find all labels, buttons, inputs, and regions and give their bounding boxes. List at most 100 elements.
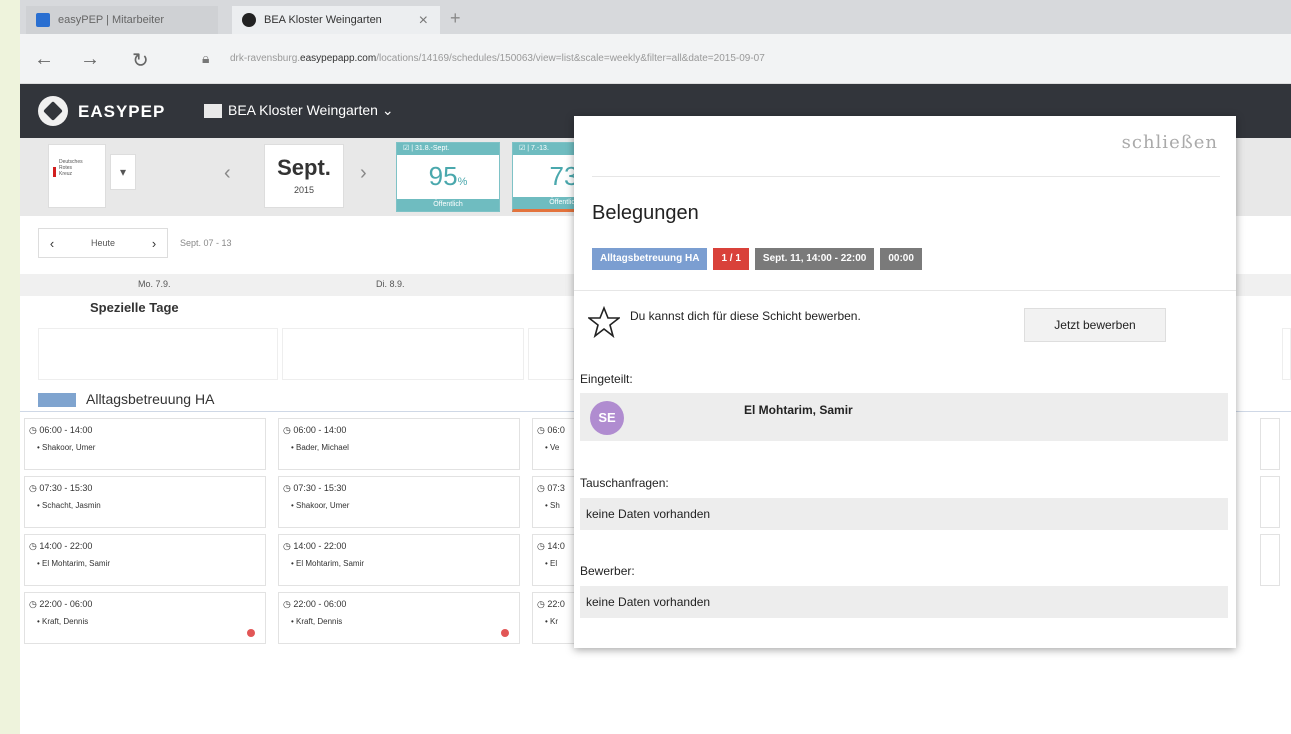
avatar: SE	[590, 401, 624, 435]
shift-cell[interactable]	[1260, 418, 1280, 470]
special-day-cell[interactable]	[282, 328, 524, 380]
chevron-left-icon[interactable]: ‹	[224, 162, 231, 185]
shift-time: ◷ 14:0	[537, 541, 565, 551]
shift-cell[interactable]: ◷ 14:00 - 22:00 • El Mohtarim, Samir	[24, 534, 266, 586]
red-cross-icon	[53, 167, 56, 177]
org-logo-text: Deutsches Rotes Kreuz	[59, 159, 83, 177]
star-icon	[588, 306, 620, 338]
organization-dropdown[interactable]: ▾	[110, 154, 136, 190]
logo-text: EASYPEP	[78, 102, 166, 121]
forward-arrow-icon[interactable]: →	[80, 48, 100, 71]
easypep-logo-icon	[38, 96, 68, 126]
modal-title: Belegungen	[592, 202, 699, 224]
day-header: Di. 8.9.	[376, 279, 405, 289]
close-icon[interactable]: ×	[419, 12, 428, 30]
easypep-favicon-icon	[36, 13, 50, 27]
shift-cell[interactable]: ◷ 07:30 - 15:30 • Shakoor, Umer	[278, 476, 520, 528]
refresh-icon[interactable]: ↻	[132, 48, 149, 73]
shift-cell[interactable]: ◷ 07:30 - 15:30 • Schacht, Jasmin	[24, 476, 266, 528]
shift-time: ◷ 07:3	[537, 483, 565, 493]
swap-requests-panel: keine Daten vorhanden	[580, 498, 1228, 530]
next-week-icon[interactable]: ›	[141, 236, 167, 251]
section-color-bar	[38, 393, 76, 407]
apply-info-text: Du kannst dich für diese Schicht bewerbe…	[630, 309, 861, 323]
shift-person: • Kr	[545, 617, 559, 626]
month-label: Sept.	[277, 155, 331, 180]
apply-now-button[interactable]: Jetzt bewerben	[1024, 308, 1166, 342]
shift-cell[interactable]	[1260, 476, 1280, 528]
shift-person: • Sh	[545, 501, 560, 510]
shift-person: • Ve	[545, 443, 560, 452]
assigned-panel: SE El Mohtarim, Samir	[580, 393, 1228, 441]
shift-time: ◷ 14:00 - 22:00	[283, 541, 347, 551]
shift-time: ◷ 22:00 - 06:00	[29, 599, 93, 609]
shift-time: ◷ 22:00 - 06:00	[283, 599, 347, 609]
location-icon	[204, 104, 222, 118]
applicants-label: Bewerber:	[580, 564, 635, 578]
shift-time: ◷ 06:0	[537, 425, 565, 435]
shift-time: ◷ 22:0	[537, 599, 565, 609]
new-tab-icon[interactable]: +	[450, 8, 461, 29]
shift-person: • Shakoor, Umer	[37, 443, 96, 452]
shift-cell[interactable]	[1260, 534, 1280, 586]
datetime-badge: Sept. 11, 14:00 - 22:00	[754, 248, 875, 270]
week-range: ☑ | 31.8.-Sept.	[397, 143, 499, 155]
shift-cell[interactable]: ◷ 14:00 - 22:00 • El Mohtarim, Samir	[278, 534, 520, 586]
assigned-person-name: El Mohtarim, Samir	[744, 403, 853, 417]
browser-tab-easypep[interactable]: easyPEP | Mitarbeiter	[26, 6, 218, 34]
address-bar: ← → ↻ 🔒︎ drk-ravensburg.easypepapp.com/l…	[20, 34, 1291, 84]
shift-person: • El Mohtarim, Samir	[291, 559, 365, 568]
shift-time: ◷ 06:00 - 14:00	[283, 425, 347, 435]
browser-window: easyPEP | Mitarbeiter BEA Kloster Weinga…	[20, 0, 1291, 734]
tab-label: easyPEP | Mitarbeiter	[58, 14, 164, 26]
close-modal-button[interactable]: schließen	[1122, 132, 1218, 153]
special-day-cell[interactable]	[528, 328, 574, 380]
location-selector[interactable]: BEA Kloster Weingarten ⌄	[228, 102, 394, 119]
shift-person: • Shakoor, Umer	[291, 501, 350, 510]
shift-person: • Bader, Michael	[291, 443, 349, 452]
year-label: 2015	[293, 185, 315, 195]
week-card[interactable]: ☑ | 31.8.-Sept. 95% Öffentlich	[396, 142, 500, 212]
tab-label: BEA Kloster Weingarten	[264, 14, 382, 26]
shift-person: • Kraft, Dennis	[37, 617, 89, 626]
section-title: Alltagsbetreuung HA	[86, 391, 215, 407]
divider	[592, 176, 1220, 177]
browser-tab-bar: easyPEP | Mitarbeiter BEA Kloster Weinga…	[20, 0, 1291, 34]
shift-time: ◷ 07:30 - 15:30	[29, 483, 93, 493]
shift-person: • Kraft, Dennis	[291, 617, 343, 626]
today-button[interactable]: Heute	[65, 238, 141, 248]
special-day-cell[interactable]	[1282, 328, 1291, 380]
shift-cell[interactable]: ◷ 22:00 - 06:00 • Kraft, Dennis	[24, 592, 266, 644]
week-status: Öffentlich	[397, 199, 499, 211]
duration-badge: 00:00	[880, 248, 922, 270]
shift-person: • El Mohtarim, Samir	[37, 559, 111, 568]
assigned-label: Eingeteilt:	[580, 372, 633, 386]
category-badge: Alltagsbetreuung HA	[592, 248, 708, 270]
applicants-panel: keine Daten vorhanden	[580, 586, 1228, 618]
shift-cell[interactable]: ◷ 22:00 - 06:00 • Kraft, Dennis	[278, 592, 520, 644]
back-arrow-icon[interactable]: ←	[34, 48, 54, 71]
swap-requests-label: Tauschanfragen:	[580, 476, 669, 490]
shift-details-modal: schließen Belegungen Alltagsbetreuung HA…	[574, 116, 1236, 648]
site-favicon-icon	[242, 13, 256, 27]
prev-week-icon[interactable]: ‹	[39, 236, 65, 251]
week-navigation: ‹ Heute ›	[38, 228, 168, 258]
shift-time: ◷ 14:00 - 22:00	[29, 541, 93, 551]
chevron-right-icon[interactable]: ›	[360, 162, 367, 185]
shift-time: ◷ 07:30 - 15:30	[283, 483, 347, 493]
count-badge: 1 / 1	[713, 248, 749, 270]
warning-dot-icon	[501, 629, 509, 637]
browser-tab-active[interactable]: BEA Kloster Weingarten ×	[232, 6, 440, 34]
week-percent: 95%	[428, 161, 468, 191]
warning-dot-icon	[247, 629, 255, 637]
shift-person: • Schacht, Jasmin	[37, 501, 101, 510]
shift-person: • El	[545, 559, 558, 568]
special-day-cell[interactable]	[38, 328, 278, 380]
lock-icon: 🔒︎	[202, 50, 210, 66]
special-days-title: Spezielle Tage	[90, 300, 179, 315]
shift-cell[interactable]: ◷ 06:00 - 14:00 • Shakoor, Umer	[24, 418, 266, 470]
shift-time: ◷ 06:00 - 14:00	[29, 425, 93, 435]
url-field[interactable]: drk-ravensburg.easypepapp.com/locations/…	[230, 53, 765, 64]
shift-tags: Alltagsbetreuung HA 1 / 1 Sept. 11, 14:0…	[592, 248, 922, 270]
shift-cell[interactable]: ◷ 06:00 - 14:00 • Bader, Michael	[278, 418, 520, 470]
